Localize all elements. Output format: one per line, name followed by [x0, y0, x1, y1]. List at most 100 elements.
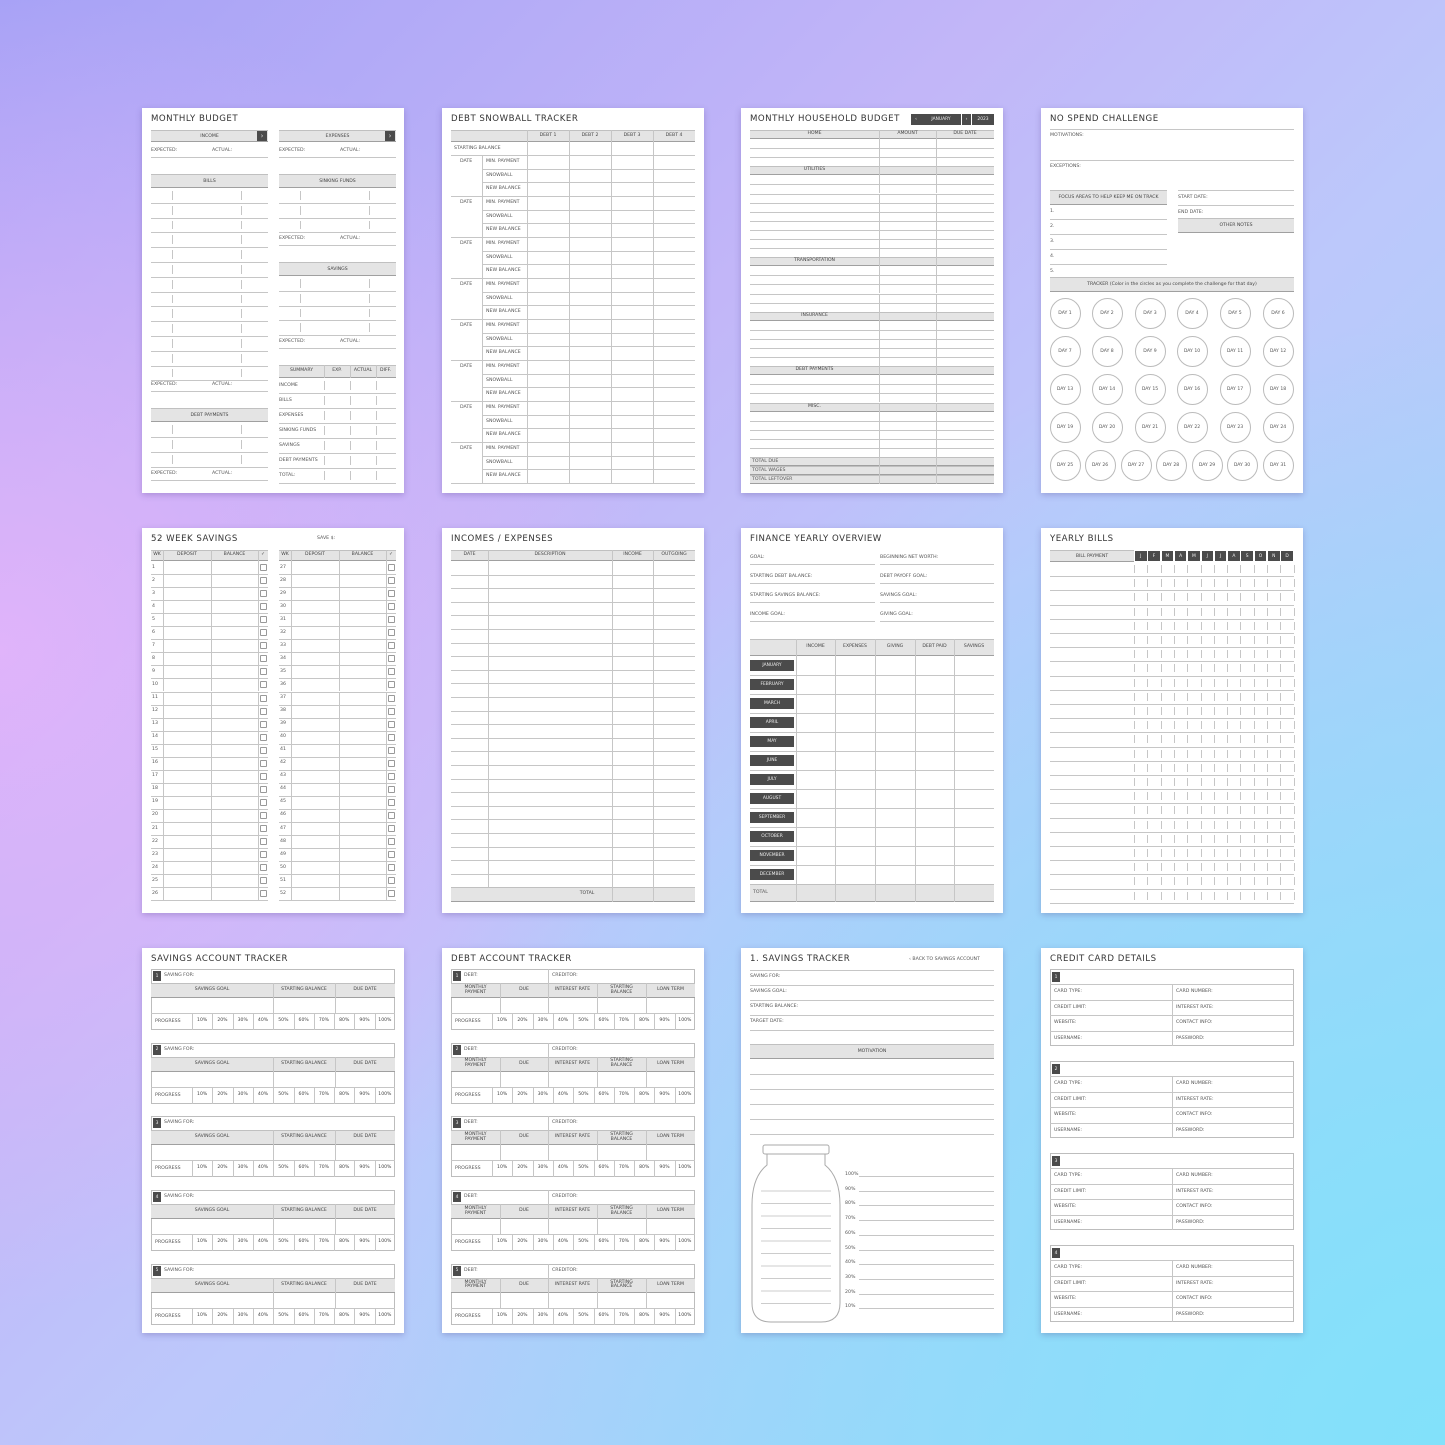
progress-cell[interactable]: 30% — [533, 1087, 553, 1104]
week-checkbox[interactable] — [260, 655, 267, 663]
week-checkbox[interactable] — [388, 798, 395, 806]
week-checkbox[interactable] — [260, 590, 267, 598]
week-checkbox[interactable] — [388, 603, 395, 611]
debt-entry-row[interactable] — [451, 1072, 695, 1087]
progress-cell[interactable]: 20% — [212, 1013, 232, 1030]
progress-cell[interactable]: 100% — [675, 1308, 695, 1325]
progress-cell[interactable]: 80% — [334, 1013, 354, 1030]
progress-cell[interactable]: 60% — [594, 1160, 614, 1177]
week-checkbox[interactable] — [388, 851, 395, 859]
progress-cell[interactable]: 40% — [553, 1234, 573, 1251]
budget-row[interactable] — [750, 348, 994, 357]
progress-cell[interactable]: 90% — [654, 1234, 674, 1251]
progress-cell[interactable]: 50% — [273, 1308, 293, 1325]
back-to-savings-account-link[interactable]: ‹ BACK TO SAVINGS ACCOUNT — [909, 957, 980, 963]
budget-row[interactable] — [151, 188, 268, 203]
progress-cell[interactable]: 80% — [634, 1308, 654, 1325]
progress-cell[interactable]: 90% — [654, 1087, 674, 1104]
progress-cell[interactable]: 70% — [314, 1087, 334, 1104]
progress-cell[interactable]: 100% — [675, 1234, 695, 1251]
progress-cell[interactable]: 40% — [253, 1160, 273, 1177]
week-checkbox[interactable] — [388, 785, 395, 793]
month-row[interactable] — [796, 827, 994, 846]
bill-row[interactable] — [1050, 718, 1134, 732]
progress-cell[interactable]: 30% — [533, 1160, 553, 1177]
week-checkbox[interactable] — [388, 733, 395, 741]
progress-cell[interactable]: 80% — [634, 1087, 654, 1104]
day-circle[interactable]: DAY 17 — [1219, 373, 1251, 405]
bill-row[interactable] — [1050, 761, 1134, 775]
progress-cell[interactable]: 100% — [675, 1087, 695, 1104]
progress-cell[interactable]: 20% — [512, 1308, 532, 1325]
progress-cell[interactable]: 60% — [594, 1087, 614, 1104]
day-circle[interactable]: DAY 29 — [1191, 449, 1223, 481]
week-checkbox[interactable] — [260, 603, 267, 611]
progress-cell[interactable]: 100% — [675, 1160, 695, 1177]
progress-cell[interactable]: 90% — [654, 1160, 674, 1177]
debt-entry-row[interactable] — [451, 1145, 695, 1160]
bill-row[interactable] — [1050, 732, 1134, 746]
week-checkbox[interactable] — [260, 759, 267, 767]
day-circle[interactable]: DAY 9 — [1134, 335, 1166, 367]
week-checkbox[interactable] — [260, 720, 267, 728]
savings-entry-row[interactable] — [151, 1219, 395, 1234]
progress-cell[interactable]: 50% — [573, 1160, 593, 1177]
debt-entry-row[interactable] — [527, 264, 695, 278]
day-circle[interactable]: DAY 26 — [1084, 449, 1116, 481]
budget-row[interactable] — [750, 321, 994, 330]
budget-row[interactable] — [151, 336, 268, 351]
day-circle[interactable]: DAY 21 — [1134, 411, 1166, 443]
progress-cell[interactable]: 70% — [314, 1013, 334, 1030]
week-checkbox[interactable] — [388, 616, 395, 624]
progress-cell[interactable]: 20% — [212, 1308, 232, 1325]
debt-entry-row[interactable] — [527, 305, 695, 319]
budget-row[interactable] — [750, 221, 994, 230]
budget-row[interactable] — [750, 157, 994, 166]
progress-cell[interactable]: 30% — [533, 1308, 553, 1325]
debt-entry-row[interactable] — [527, 210, 695, 224]
progress-cell[interactable]: 50% — [273, 1234, 293, 1251]
week-checkbox[interactable] — [388, 838, 395, 846]
week-checkbox[interactable] — [260, 629, 267, 637]
bill-row[interactable] — [1050, 846, 1134, 860]
progress-cell[interactable]: 80% — [634, 1013, 654, 1030]
month-row[interactable] — [796, 694, 994, 713]
week-checkbox[interactable] — [388, 864, 395, 872]
budget-row[interactable] — [750, 430, 994, 439]
progress-cell[interactable]: 50% — [273, 1013, 293, 1030]
progress-cell[interactable]: 70% — [614, 1013, 634, 1030]
day-circle[interactable]: DAY 10 — [1176, 335, 1208, 367]
month-row[interactable] — [796, 675, 994, 694]
budget-row[interactable] — [750, 212, 994, 221]
bill-row[interactable] — [1050, 747, 1134, 761]
progress-cell[interactable]: 50% — [573, 1013, 593, 1030]
budget-row[interactable] — [279, 276, 396, 291]
month-row[interactable] — [796, 789, 994, 808]
month-row[interactable] — [796, 656, 994, 675]
savings-entry-row[interactable] — [151, 998, 395, 1013]
bill-row[interactable] — [1050, 605, 1134, 619]
day-circle[interactable]: DAY 22 — [1176, 411, 1208, 443]
day-circle[interactable]: DAY 19 — [1049, 411, 1081, 443]
week-checkbox[interactable] — [260, 798, 267, 806]
week-checkbox[interactable] — [388, 655, 395, 663]
progress-cell[interactable]: 60% — [294, 1308, 314, 1325]
progress-cell[interactable]: 40% — [253, 1087, 273, 1104]
progress-cell[interactable]: 80% — [634, 1234, 654, 1251]
progress-cell[interactable]: 20% — [212, 1160, 232, 1177]
bill-row[interactable] — [1050, 576, 1134, 590]
week-checkbox[interactable] — [260, 811, 267, 819]
budget-row[interactable] — [750, 148, 994, 157]
bill-row[interactable] — [1050, 860, 1134, 874]
week-checkbox[interactable] — [260, 733, 267, 741]
day-circle[interactable]: DAY 4 — [1176, 297, 1208, 329]
budget-row[interactable] — [750, 284, 994, 293]
debt-entry-row[interactable] — [527, 346, 695, 360]
progress-cell[interactable]: 20% — [212, 1234, 232, 1251]
bill-row[interactable] — [1050, 661, 1134, 675]
debt-entry-row[interactable] — [527, 251, 695, 265]
progress-cell[interactable]: 50% — [573, 1308, 593, 1325]
progress-cell[interactable]: 20% — [512, 1160, 532, 1177]
day-circle[interactable]: DAY 3 — [1134, 297, 1166, 329]
day-circle[interactable]: DAY 11 — [1219, 335, 1251, 367]
